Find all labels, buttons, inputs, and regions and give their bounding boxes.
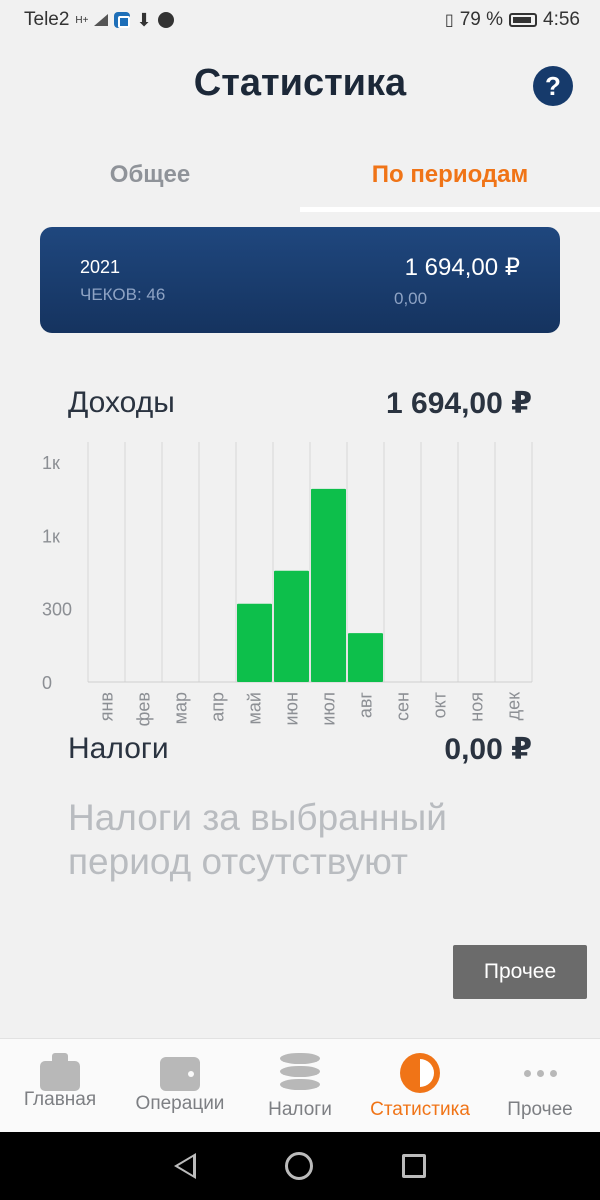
- x-tick-label: авг: [356, 692, 376, 719]
- x-tick-label: фев: [134, 692, 154, 726]
- summary-year: 2021: [80, 257, 121, 277]
- vibrate-icon: ▯: [444, 12, 454, 29]
- x-tick-label: дек: [504, 692, 524, 721]
- x-tick-label: янв: [97, 692, 117, 721]
- nav-item-taxes[interactable]: Налоги: [240, 1039, 360, 1132]
- wallet-icon: [160, 1057, 200, 1091]
- y-tick-label: 1к: [42, 526, 60, 546]
- shield-app-icon: [114, 12, 131, 28]
- y-tick-label: 0: [42, 673, 52, 693]
- battery-icon: [509, 13, 538, 27]
- x-tick-label: июл: [319, 692, 339, 726]
- y-tick-label: 1к: [42, 453, 60, 473]
- summary-sub-amount: 0,00: [394, 289, 428, 308]
- coins-icon: [280, 1053, 320, 1093]
- tab-general[interactable]: Общее: [0, 150, 300, 212]
- download-icon: ⬇: [136, 9, 152, 30]
- x-tick-label: ноя: [467, 692, 487, 722]
- nav-label: Операции: [135, 1093, 225, 1114]
- y-tick-label: 300: [42, 600, 72, 620]
- nav-item-operations[interactable]: Операции: [120, 1039, 240, 1132]
- nav-item-more[interactable]: Прочее: [480, 1039, 600, 1132]
- x-tick-label: мар: [171, 692, 191, 724]
- nav-label: Налоги: [268, 1099, 332, 1120]
- x-tick-label: апр: [208, 692, 228, 722]
- signal-type: H+: [75, 14, 89, 26]
- carrier-name: Tele2: [24, 9, 70, 30]
- bar-авг: [348, 633, 383, 682]
- nav-label: Главная: [23, 1089, 97, 1110]
- x-tick-label: сен: [393, 692, 413, 721]
- income-bar-chart: 0 300 1к 1к янв фев мар апр май июн июл авг сен окт но…: [42, 442, 533, 726]
- bar-май: [237, 603, 272, 682]
- page-title: Статистика: [193, 62, 407, 104]
- tab-periods[interactable]: По периодам: [300, 150, 600, 212]
- x-tick-label: май: [245, 692, 265, 724]
- pie-chart-icon: [400, 1053, 440, 1093]
- bar-июн: [274, 570, 309, 682]
- taxes-empty-message: Налоги за выбранный период отсутствуют: [68, 797, 447, 882]
- tab-bar: Общее По периодам: [0, 150, 600, 212]
- status-bar: Tele2 H+ ⬇ ▯ 79 % 4:56: [0, 0, 600, 40]
- income-label: Доходы: [68, 386, 175, 419]
- active-tab-indicator: [300, 207, 600, 212]
- nav-item-home[interactable]: Главная: [0, 1039, 120, 1132]
- nav-item-statistics[interactable]: Статистика: [360, 1039, 480, 1132]
- home-icon[interactable]: [284, 1152, 313, 1180]
- help-button[interactable]: ?: [533, 66, 573, 106]
- summary-amount: 1 694,00 ₽: [404, 254, 520, 281]
- income-amount: 1 694,00 ₽: [386, 387, 532, 420]
- briefcase-icon: [40, 1053, 80, 1091]
- bar-июл: [311, 488, 346, 682]
- taxes-label: Налоги: [68, 732, 169, 765]
- x-tick-label: июн: [282, 692, 302, 726]
- question-icon: ?: [545, 71, 561, 101]
- other-button[interactable]: Прочее: [453, 945, 587, 999]
- bottom-navigation: Главная Операции Налоги Статистика Проче…: [0, 1038, 600, 1132]
- battery-percent: 79 %: [459, 9, 504, 30]
- more-dots-icon: [520, 1053, 560, 1093]
- nav-label: Статистика: [370, 1099, 470, 1120]
- facebook-icon: [157, 12, 174, 28]
- signal-bars-icon: [94, 14, 109, 26]
- nav-label: Прочее: [507, 1099, 573, 1120]
- clock: 4:56: [543, 9, 580, 30]
- system-navigation-bar: [0, 1132, 600, 1200]
- year-summary-card[interactable]: 2021 ЧЕКОВ: 46 1 694,00 ₽ 0,00: [40, 227, 560, 333]
- summary-checks-count: ЧЕКОВ: 46: [80, 285, 166, 304]
- x-tick-label: окт: [430, 692, 450, 718]
- back-icon[interactable]: [174, 1153, 197, 1179]
- recent-apps-icon[interactable]: [401, 1154, 426, 1178]
- taxes-amount: 0,00 ₽: [444, 733, 532, 766]
